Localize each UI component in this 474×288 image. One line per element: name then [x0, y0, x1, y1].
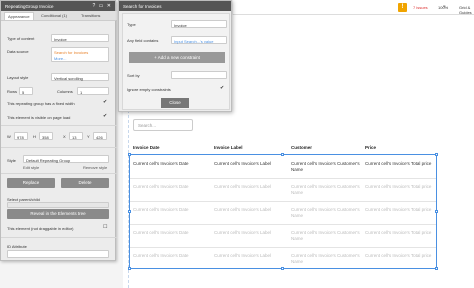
- ignore-empty-checkbox[interactable]: ✔: [220, 85, 224, 91]
- width-input[interactable]: 978: [14, 132, 28, 140]
- columns-input[interactable]: 1: [77, 87, 109, 95]
- sort-by-dropdown[interactable]: [171, 71, 227, 79]
- panel-title-bar[interactable]: RepeatingGroup Invoice ? ▭ ✕: [1, 1, 115, 11]
- data-source-label: Data source: [7, 49, 29, 54]
- x-label: X: [63, 134, 66, 139]
- cell-label: Current cell's Invoice's Label: [214, 253, 271, 258]
- data-source-expression[interactable]: Search for Invoices: [54, 50, 106, 55]
- cell-customer: Current cell's Invoice's Customer's Name: [291, 161, 360, 172]
- popup-title-bar[interactable]: Search for Invoices: [119, 1, 231, 11]
- id-attribute-label: ID Attribute: [7, 244, 27, 249]
- data-source-more-link[interactable]: More...: [54, 56, 106, 61]
- reveal-in-tree-button[interactable]: Reveal in the Elements tree: [7, 209, 109, 219]
- cell-customer: Current cell's Invoice's Customer's Name: [291, 184, 360, 195]
- column-header: Price: [365, 145, 377, 150]
- divider: [1, 237, 117, 238]
- select-parent-dropdown[interactable]: [7, 202, 109, 208]
- type-of-content-label: Type of content: [7, 36, 35, 41]
- add-constraint-button[interactable]: + Add a new constraint: [129, 52, 225, 63]
- cell-date: Current cell's Invoice's Date: [133, 230, 189, 235]
- editor-top-bar: ! 7 issues 100% ▾ Grid & Guides: [233, 0, 474, 15]
- cell-label: Current cell's Invoice's Label: [214, 230, 271, 235]
- height-label: H: [33, 134, 36, 139]
- height-input[interactable]: 358: [39, 132, 53, 140]
- fixed-width-label: This repeating group has a fixed width: [7, 101, 75, 106]
- not-draggable-checkbox[interactable]: ☐: [103, 224, 107, 230]
- popup-title: Search for Invoices: [123, 4, 162, 9]
- search-for-invoices-popup: Search for Invoices Type Invoice Any fie…: [118, 0, 232, 112]
- columns-label: Columns: [57, 89, 73, 94]
- sort-by-label: Sort by: [127, 73, 140, 78]
- column-header: Customer: [291, 145, 313, 150]
- layout-style-label: Layout style: [7, 75, 29, 80]
- cell-date: Current cell's Invoice's Date: [133, 207, 189, 212]
- cell-price: Current cell's Invoice's Total price: [365, 161, 432, 166]
- divider: [1, 173, 117, 174]
- issues-count[interactable]: 7 issues: [413, 5, 428, 10]
- y-label: Y: [87, 134, 90, 139]
- divider: [1, 125, 117, 126]
- table-header: Invoice Date Invoice Label Customer Pric…: [133, 145, 433, 153]
- column-header: Invoice Date: [133, 145, 160, 150]
- not-draggable-label: This element (not draggable in editor): [7, 226, 74, 231]
- cell-price: Current cell's Invoice's Total price: [365, 230, 432, 235]
- tab-conditional[interactable]: Conditional (1): [41, 13, 67, 18]
- type-dropdown[interactable]: Invoice: [171, 20, 227, 28]
- cell-date: Current cell's Invoice's Date: [133, 253, 189, 258]
- rows-label: Rows: [7, 89, 18, 94]
- cell-price: Current cell's Invoice's Total price: [365, 184, 432, 189]
- cell-label: Current cell's Invoice's Label: [214, 161, 271, 166]
- cell-customer: Current cell's Invoice's Customer's Name: [291, 253, 360, 264]
- chevron-down-icon[interactable]: ▾: [443, 4, 446, 10]
- column-header: Invoice Label: [214, 145, 243, 150]
- type-label: Type: [127, 22, 136, 27]
- delete-button[interactable]: Delete: [61, 178, 109, 188]
- replace-button[interactable]: Replace: [7, 178, 55, 188]
- cell-price: Current cell's Invoice's Total price: [365, 253, 432, 258]
- layout-style-dropdown[interactable]: Vertical scrolling: [51, 73, 109, 81]
- rows-input[interactable]: 5: [19, 87, 33, 95]
- tab-appearance[interactable]: Appearance: [4, 12, 34, 20]
- divider: [1, 147, 117, 148]
- cell-date: Current cell's Invoice's Date: [133, 184, 189, 189]
- popup-body: Type Invoice Any field contains Input Se…: [122, 13, 230, 110]
- width-label: W: [7, 134, 11, 139]
- panel-window-icons[interactable]: ? ▭ ✕: [93, 3, 112, 9]
- style-label: Style: [7, 158, 16, 163]
- type-of-content-dropdown[interactable]: Invoice: [51, 34, 109, 42]
- style-dropdown[interactable]: Default Repeating Group: [23, 155, 109, 163]
- any-field-label: Any field contains: [127, 38, 159, 43]
- cell-customer: Current cell's Invoice's Customer's Name: [291, 207, 360, 218]
- grid-guides-menu[interactable]: Grid & Guides: [459, 5, 474, 15]
- cell-price: Current cell's Invoice's Total price: [365, 207, 432, 212]
- cell-customer: Current cell's Invoice's Customer's Name: [291, 230, 360, 241]
- visible-on-load-checkbox[interactable]: ✔: [103, 113, 107, 119]
- table-row[interactable]: Current cell's Invoice's Date Current ce…: [130, 156, 436, 179]
- fixed-width-checkbox[interactable]: ✔: [103, 99, 107, 105]
- data-source-field[interactable]: Search for Invoices More...: [51, 47, 109, 62]
- warning-icon[interactable]: !: [398, 3, 407, 12]
- y-input[interactable]: 426: [93, 132, 107, 140]
- close-button[interactable]: Close: [161, 98, 189, 108]
- table-row: Current cell's Invoice's Date Current ce…: [130, 225, 436, 248]
- ignore-empty-label: Ignore empty constraints: [127, 87, 171, 92]
- visible-on-load-label: This element is visible on page load: [7, 115, 71, 120]
- property-editor-panel: RepeatingGroup Invoice ? ▭ ✕ Appearance …: [0, 0, 117, 261]
- panel-title: RepeatingGroup Invoice: [5, 4, 54, 9]
- tab-transitions[interactable]: Transitions: [81, 13, 100, 18]
- cell-date: Current cell's Invoice's Date: [133, 161, 189, 166]
- id-attribute-input[interactable]: [7, 250, 109, 258]
- search-placeholder: Search...: [138, 123, 157, 128]
- table-row: Current cell's Invoice's Date Current ce…: [130, 202, 436, 225]
- edit-style-link[interactable]: Edit style: [23, 165, 39, 170]
- any-field-input[interactable]: Input Search...'s value: [171, 36, 227, 44]
- remove-style-link[interactable]: Remove style: [83, 165, 107, 170]
- cell-label: Current cell's Invoice's Label: [214, 207, 271, 212]
- cell-label: Current cell's Invoice's Label: [214, 184, 271, 189]
- table-row: Current cell's Invoice's Date Current ce…: [130, 248, 436, 271]
- table-row: Current cell's Invoice's Date Current ce…: [130, 179, 436, 202]
- panel-tabs: Appearance Conditional (1) Transitions: [1, 11, 117, 21]
- search-input[interactable]: Search...: [133, 119, 193, 131]
- x-input[interactable]: 13: [69, 132, 83, 140]
